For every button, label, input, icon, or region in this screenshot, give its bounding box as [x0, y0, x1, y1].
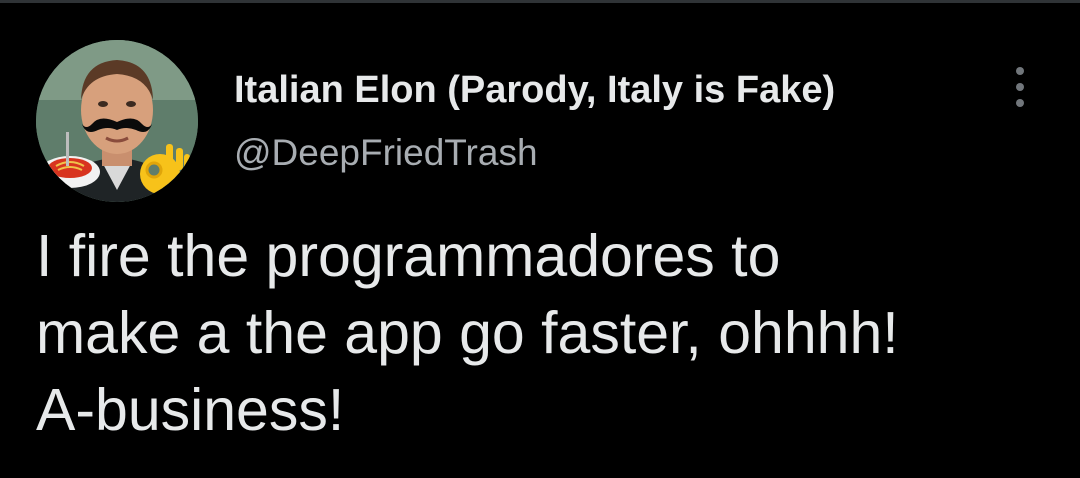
author-handle[interactable]: @DeepFriedTrash: [234, 130, 538, 176]
author-avatar[interactable]: [36, 40, 198, 202]
tweet-text: I fire the programmadores to make a the …: [36, 223, 899, 443]
more-vertical-icon: [1014, 65, 1026, 114]
more-options-button[interactable]: [1000, 64, 1040, 114]
tweet-card: Italian Elon (Parody, Italy is Fake) @De…: [0, 0, 1080, 478]
author-display-name[interactable]: Italian Elon (Parody, Italy is Fake): [234, 66, 835, 114]
avatar-image: [36, 40, 198, 202]
